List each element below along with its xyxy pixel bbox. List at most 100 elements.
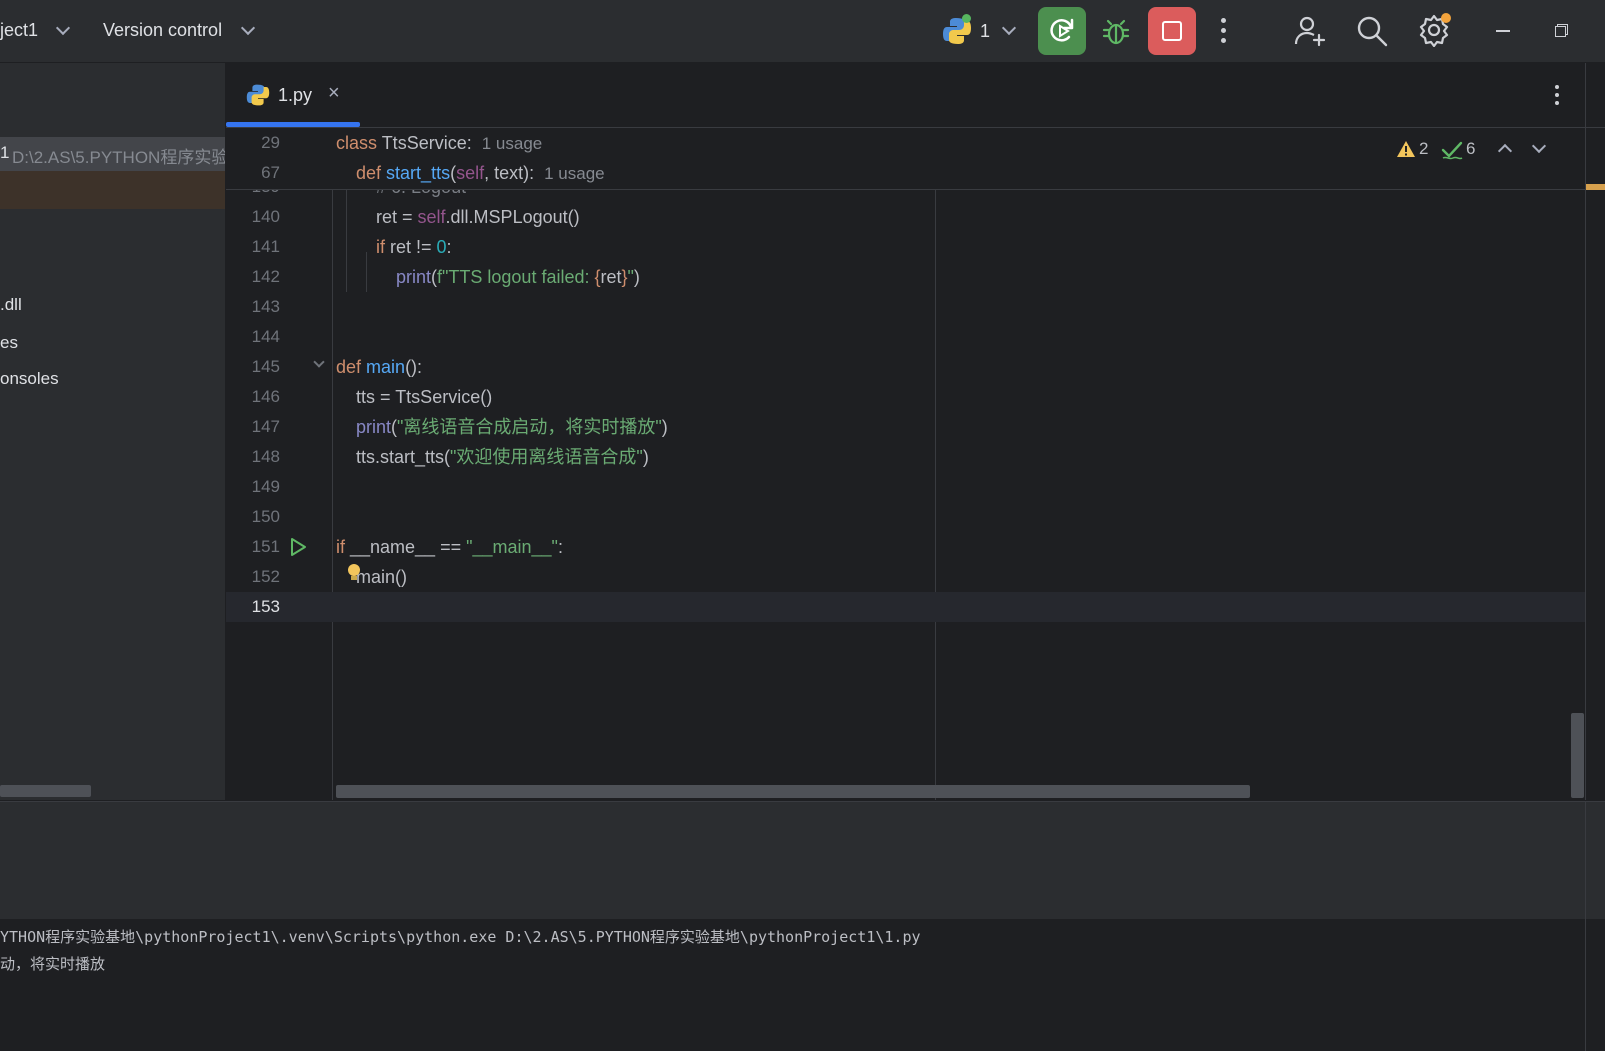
more-actions-icon[interactable] [1220,18,1228,46]
check-count: 6 [1466,139,1476,158]
code-text: print("离线语音合成启动，将实时播放") [356,412,668,442]
tab-1-py[interactable]: 1.py × [226,63,360,127]
tree-item-dll[interactable]: .dll [0,295,22,315]
code-editor[interactable]: 29 class TtsService: 1 usage 67 def star… [226,128,1585,800]
project-selector[interactable]: ject1 [0,20,38,41]
line-number: 140 [251,207,280,226]
minimize-button[interactable] [1496,30,1510,32]
run-config-chevron-down-icon [1001,20,1017,36]
version-control-menu[interactable]: Version control [103,20,222,41]
sticky-lines-header: 29 class TtsService: 1 usage 67 def star… [226,128,1585,190]
add-user-icon[interactable] [1293,14,1327,48]
run-configuration-selector[interactable]: 1 [942,14,1022,48]
string-literal: f"TTS logout failed: [437,267,595,287]
code-segment: tts.start_tts( [356,447,451,467]
code-segment: ret != [385,237,437,257]
project-chevron-down-icon[interactable] [55,20,71,36]
project-name: ject1 [0,20,39,40]
code-line-149[interactable]: 149 [226,472,1585,502]
run-panel-toolbar [0,866,1605,920]
code-line-151[interactable]: 151 if __name__ == "__main__": [226,532,1585,562]
editor-horizontal-scrollbar[interactable] [336,785,1250,798]
code-segment: .dll.MSPLogout() [445,207,580,227]
tree-row-highlight [0,171,225,209]
tab-options-icon[interactable] [1555,85,1561,107]
self-keyword: self [417,207,446,227]
code-segment: tts = TtsService() [356,387,493,407]
check-icon [1441,141,1463,160]
line-number: 146 [251,387,280,406]
restore-button[interactable] [1555,24,1568,37]
code-line-146[interactable]: 146 tts = TtsService() [226,382,1585,412]
inspection-widget[interactable]: 2 6 [1396,138,1585,162]
main-toolbar: ject1 Version control 1 [0,0,1605,63]
code-segment: ) [642,447,649,467]
previous-highlight-chevron-up-icon[interactable] [1497,143,1513,159]
code-text: def start_tts(self, text): 1 usage [356,158,605,189]
tree-item-libraries[interactable]: es [0,333,18,353]
number-literal: 0 [436,237,447,257]
code-segment: : [446,237,452,257]
function-name: main [366,357,406,377]
builtin-function: print [396,267,432,287]
code-line-145[interactable]: 145 def main(): [226,352,1585,382]
function-name: start_tts [386,163,451,183]
tree-row-selected[interactable]: 1 D:\2.AS\5.PYTHON程序实验 [0,137,225,171]
code-line-143[interactable]: 143 [226,292,1585,322]
code-text: class TtsService: 1 usage [336,128,542,159]
editor-tab-bar: 1.py × [226,63,1605,128]
code-line-150[interactable]: 150 [226,502,1585,532]
code-text: tts.start_tts("欢迎使用离线语音合成") [356,442,649,472]
code-text: ret = self.dll.MSPLogout() [376,202,580,232]
close-tab-icon[interactable]: × [328,82,340,105]
code-line-147[interactable]: 147 print("离线语音合成启动，将实时播放") [226,412,1585,442]
run-panel-right-border [1585,801,1586,1051]
search-icon[interactable] [1355,14,1389,48]
settings-notification-dot [1441,13,1451,23]
code-text: if __name__ == "__main__": [336,532,563,562]
run-gutter-play-icon[interactable] [288,537,308,557]
code-line-141[interactable]: 141 if ret != 0: [226,232,1585,262]
version-control-chevron-down-icon[interactable] [240,20,256,36]
project-tree-panel: 1 D:\2.AS\5.PYTHON程序实验 .dll es onsoles [0,63,226,800]
keyword: def [356,163,382,183]
code-line-152[interactable]: 152 main() [226,562,1585,592]
debug-button[interactable] [1098,14,1134,50]
sticky-line-class[interactable]: 29 class TtsService: 1 usage [226,128,1585,158]
settings-button[interactable] [1417,13,1453,49]
line-number: 142 [251,267,280,286]
line-number: 144 [251,327,280,346]
code-line-144[interactable]: 144 [226,322,1585,352]
params: , text): [484,163,535,183]
rerun-button[interactable] [1038,7,1086,55]
usage-hint[interactable]: 1 usage [544,164,605,183]
sticky-line-def[interactable]: 67 def start_tts(self, text): 1 usage [226,158,1585,188]
warning-stripe-marker[interactable] [1586,184,1605,190]
code-text: if ret != 0: [376,232,452,262]
tree-item-scratches-consoles[interactable]: onsoles [0,369,59,389]
line-number: 147 [251,417,280,436]
lightbulb-intention-icon[interactable] [346,563,362,583]
code-text: main() [356,562,407,592]
warning-count: 2 [1419,139,1429,158]
line-number: 148 [251,447,280,466]
editor-vertical-scrollbar[interactable] [1571,713,1584,798]
stop-button[interactable] [1148,7,1196,55]
tree-item-root-marker: 1 [0,143,10,162]
code-segment: __name__ == [345,537,467,557]
run-config-count: 1 [980,21,991,41]
fold-chevron-down-icon[interactable] [313,356,325,368]
code-segment: main() [356,567,408,587]
usage-hint[interactable]: 1 usage [482,134,543,153]
sidebar-horizontal-scrollbar[interactable] [0,785,91,797]
line-number: 153 [251,597,280,616]
code-line-153-current[interactable]: 153 [226,592,1585,622]
next-highlight-chevron-down-icon[interactable] [1531,138,1547,154]
code-line-148[interactable]: 148 tts.start_tts("欢迎使用离线语音合成") [226,442,1585,472]
code-line-140[interactable]: 140 ret = self.dll.MSPLogout() [226,202,1585,232]
line-number: 152 [251,567,280,586]
console-command-line: YTHON程序实验基地\pythonProject1\.venv\Scripts… [0,928,921,946]
code-line-142[interactable]: 142 print(f"TTS logout failed: {ret}") [226,262,1585,292]
keyword: if [336,537,345,557]
line-number: 150 [251,507,280,526]
